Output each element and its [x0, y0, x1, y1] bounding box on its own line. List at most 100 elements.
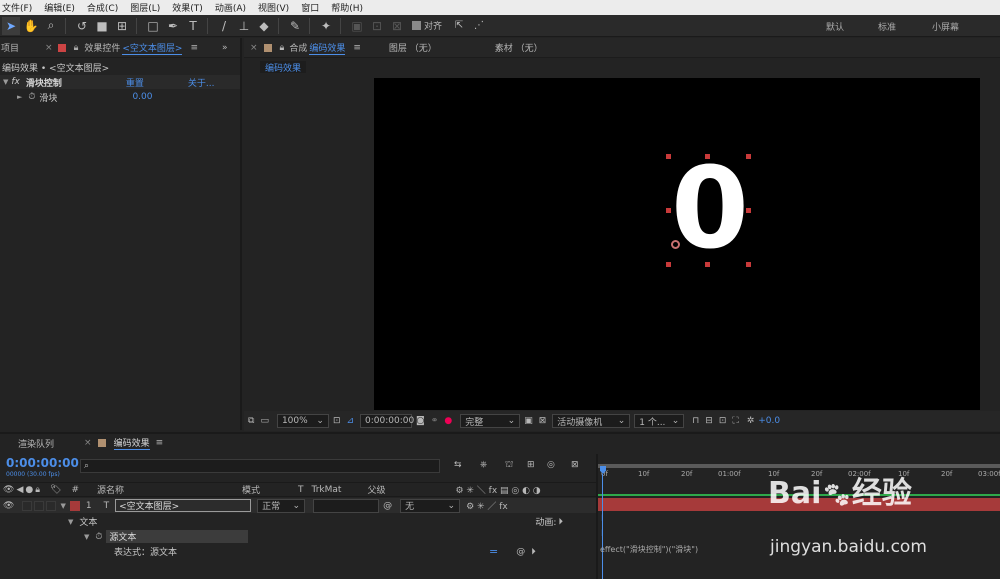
transform-handle[interactable]	[746, 262, 751, 267]
snap-toggle[interactable]: 对齐	[412, 19, 442, 32]
keyframe-marker-icon[interactable]: I	[601, 529, 604, 539]
shy-layers-icon[interactable]: ⛫	[505, 460, 513, 471]
layer-switches-icon[interactable]: ⚙ ✳ ／ fx	[466, 499, 508, 512]
reset-exposure-icon[interactable]: ✲	[747, 416, 755, 426]
zoom-select[interactable]: 100% ⌄	[276, 414, 329, 428]
resolution-select[interactable]: 完整 ⌄	[460, 414, 521, 428]
blend-mode-select[interactable]: 正常 ⌄	[257, 498, 306, 513]
mask-toggle-icon[interactable]: ⊿	[347, 416, 355, 426]
fx-icon[interactable]: fx	[11, 77, 20, 87]
tab-composition-timeline[interactable]: 编码效果	[113, 436, 150, 450]
menu-edit[interactable]: 编辑(E)	[44, 1, 75, 14]
close-icon[interactable]: ×	[250, 43, 258, 53]
close-icon[interactable]: ×	[84, 438, 92, 448]
expression-enable-toggle[interactable]: =	[489, 545, 498, 558]
snapshot-icon[interactable]: ◙	[416, 416, 425, 426]
transform-handle[interactable]	[705, 154, 710, 159]
collapse-triangle-icon[interactable]: ►	[17, 93, 22, 101]
parent-select[interactable]: 无 ⌄	[400, 498, 461, 513]
transform-handle[interactable]	[666, 208, 671, 213]
selection-tool-icon[interactable]: ➤	[2, 16, 20, 35]
expand-triangle-icon[interactable]: ▼	[84, 533, 89, 541]
menu-window[interactable]: 窗口	[301, 1, 319, 14]
eraser-tool-icon[interactable]: ◆	[255, 17, 273, 35]
menu-view[interactable]: 视图(V)	[258, 1, 289, 14]
transform-handle[interactable]	[746, 154, 751, 159]
transform-handle[interactable]	[746, 208, 751, 213]
property-value[interactable]: 0.00	[132, 92, 152, 102]
label-column-icon[interactable]: 🏷︎	[50, 485, 61, 495]
workspace-default[interactable]: 默认	[826, 15, 844, 37]
menu-layer[interactable]: 图层(L)	[130, 1, 160, 14]
animate-menu-icon[interactable]: ⏵	[558, 517, 563, 527]
col-trkmat[interactable]: TrkMat	[312, 485, 342, 495]
panel-menu-icon[interactable]: ≡	[353, 43, 361, 53]
tab-render-queue[interactable]: 渲染队列	[18, 437, 54, 450]
snap-options-icon[interactable]: ⇱	[450, 17, 468, 35]
layer-label-color[interactable]	[69, 500, 80, 511]
rotate-tool-icon[interactable]: ↺	[73, 17, 91, 35]
tab-footage[interactable]: 素材 （无）	[495, 41, 543, 54]
pan-behind-tool-icon[interactable]: ⊞	[113, 17, 131, 35]
fit-icon[interactable]: ⊡	[333, 416, 341, 426]
stopwatch-icon[interactable]: ⏱	[95, 532, 102, 542]
graph-editor-icon[interactable]: ⊠	[571, 460, 579, 470]
monitor-icon[interactable]: ▭	[260, 416, 269, 426]
col-source-name[interactable]: 源名称	[97, 483, 124, 496]
comp-subtab[interactable]: 编码效果	[260, 61, 307, 74]
tab-project[interactable]: 项目	[1, 41, 19, 54]
snap-extents-icon[interactable]: ⋰	[470, 17, 488, 35]
effect-controls-layer[interactable]: <空文本图层>	[122, 41, 183, 55]
layer-search-field[interactable]: ⌕	[80, 459, 440, 473]
panel-menu-icon[interactable]: ≡	[156, 438, 164, 448]
flowchart-icon[interactable]: ⛶	[732, 416, 738, 426]
slider-property-row[interactable]: ► ⏱ 滑块 0.00	[0, 90, 240, 104]
col-mode[interactable]: 模式	[242, 483, 260, 496]
transform-handle[interactable]	[705, 262, 710, 267]
layer-name[interactable]: <空文本图层>	[115, 499, 252, 512]
type-tool-icon[interactable]: T	[184, 17, 202, 35]
expression-language-menu-icon[interactable]: ⏵	[531, 547, 536, 557]
lock-box[interactable]	[46, 500, 57, 511]
tab-composition[interactable]: 合成	[289, 41, 307, 54]
animate-label[interactable]: 动画:	[535, 515, 556, 528]
zoom-tool-icon[interactable]: ⌕	[42, 17, 60, 35]
shape-tool-icon[interactable]: □	[144, 17, 162, 35]
lock-icon[interactable]: 🔒︎	[74, 43, 79, 53]
tab-layer[interactable]: 图层 （无）	[389, 41, 437, 54]
composition-viewer[interactable]: 0	[374, 78, 980, 410]
lock-icon[interactable]: 🔒︎	[280, 43, 285, 53]
views-select[interactable]: 1 个... ⌄	[634, 414, 685, 428]
always-preview-icon[interactable]: ⧉	[248, 416, 254, 426]
timecode-field[interactable]: 0:00:00:00	[360, 414, 414, 428]
expand-triangle-icon[interactable]: ▼	[60, 502, 65, 510]
about-link[interactable]: 关于...	[188, 76, 215, 89]
menu-animation[interactable]: 动画(A)	[215, 1, 246, 14]
expression-text[interactable]: effect("滑块控制")("滑块")	[600, 544, 698, 555]
keyframe-marker-icon[interactable]: I	[601, 514, 604, 524]
video-toggle-icon[interactable]: 👁︎	[3, 485, 14, 495]
tab-effect-controls[interactable]: 效果控件	[84, 41, 120, 54]
motion-blur-icon[interactable]: ◎	[547, 460, 555, 470]
fast-preview-icon[interactable]: ⊟	[705, 416, 713, 426]
expression-graph-icon[interactable]: @	[516, 547, 525, 557]
expression-row[interactable]: 表达式：源文本 = @ ⏵	[0, 544, 596, 559]
text-group-row[interactable]: ▼ 文本 动画: ⏵	[0, 514, 596, 529]
region-of-interest-icon[interactable]: ▣	[524, 416, 533, 426]
menu-help[interactable]: 帮助(H)	[331, 1, 363, 14]
menu-composition[interactable]: 合成(C)	[87, 1, 118, 14]
stopwatch-icon[interactable]: ⏱	[28, 92, 35, 102]
menu-file[interactable]: 文件(F)	[2, 1, 32, 14]
trkmat-select[interactable]	[313, 498, 380, 513]
current-timecode[interactable]: 0:00:00:00	[6, 456, 79, 470]
brush-tool-icon[interactable]: /	[215, 17, 233, 35]
lock-column-icon[interactable]: 🔒︎	[35, 485, 40, 495]
roto-brush-tool-icon[interactable]: ✎	[286, 17, 304, 35]
frame-blending-icon[interactable]: ⊞	[527, 460, 535, 470]
panel-menu-icon[interactable]: ≡	[190, 43, 198, 53]
reset-link[interactable]: 重置	[126, 76, 144, 89]
transform-handle[interactable]	[666, 154, 671, 159]
pickwhip-icon[interactable]: @	[383, 501, 392, 511]
transform-handle[interactable]	[666, 262, 671, 267]
col-parent[interactable]: 父级	[367, 483, 385, 496]
